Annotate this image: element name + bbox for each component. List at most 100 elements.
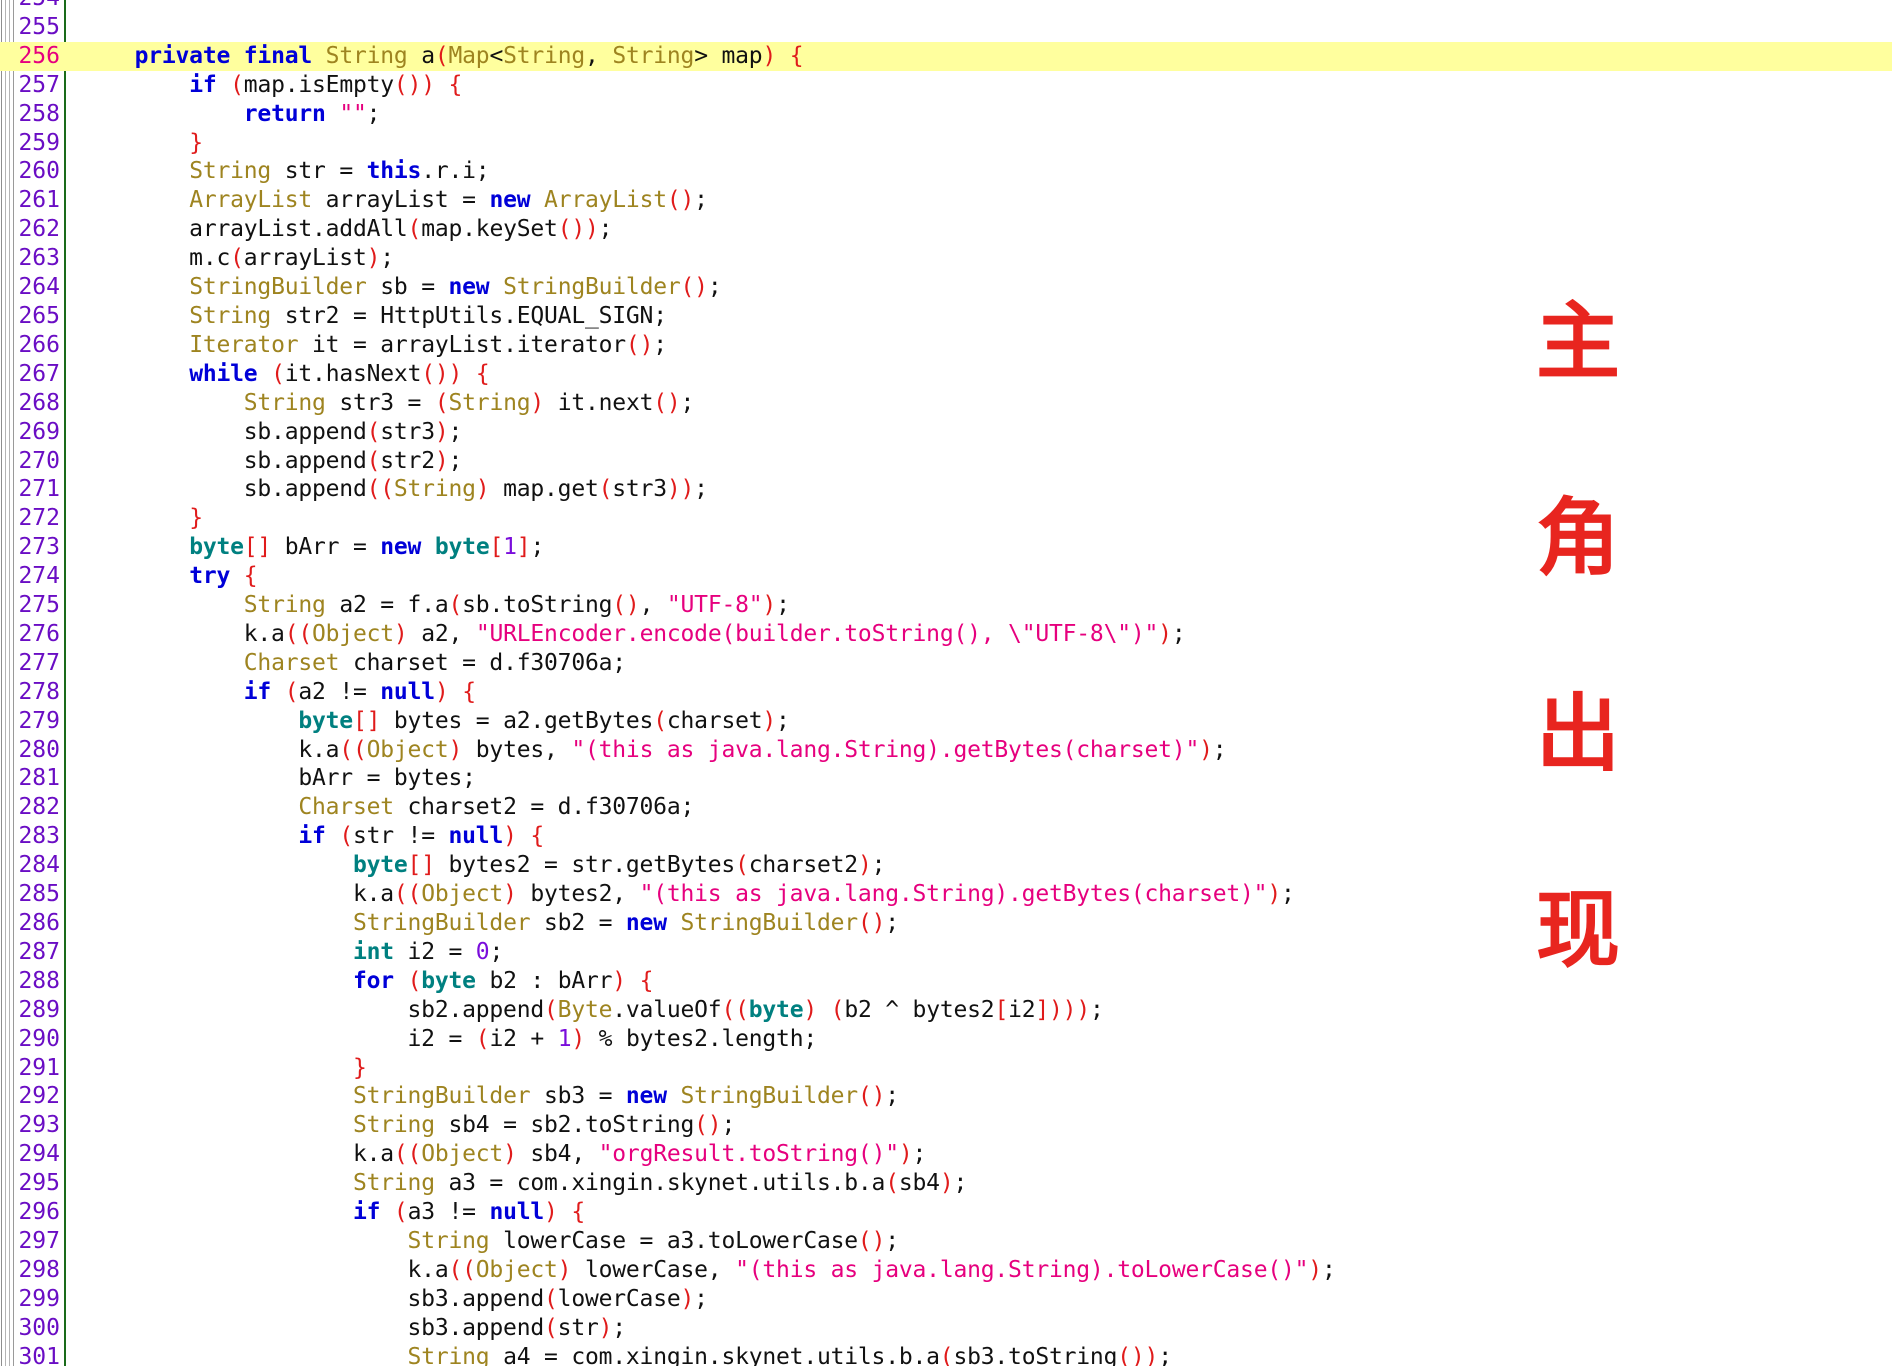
code-line-text[interactable]: String sb4 = sb2.toString(); xyxy=(80,1111,1892,1140)
line-number[interactable]: 290 xyxy=(0,1025,60,1054)
line-number[interactable]: 300 xyxy=(0,1314,60,1343)
code-line[interactable]: 290 i2 = (i2 + 1) % bytes2.length; xyxy=(0,1025,1892,1054)
line-number[interactable]: 281 xyxy=(0,764,60,793)
line-number[interactable]: 292 xyxy=(0,1082,60,1111)
line-number[interactable]: 285 xyxy=(0,880,60,909)
code-line-text[interactable]: String a4 = com.xingin.skynet.utils.b.a(… xyxy=(80,1343,1892,1366)
line-number[interactable]: 273 xyxy=(0,533,60,562)
line-number[interactable]: 298 xyxy=(0,1256,60,1285)
code-line-text[interactable]: private final String a(Map<String, Strin… xyxy=(80,42,1892,71)
code-line[interactable]: 294 k.a((Object) sb4, "orgResult.toStrin… xyxy=(0,1140,1892,1169)
line-number[interactable]: 262 xyxy=(0,215,60,244)
line-number[interactable]: 261 xyxy=(0,186,60,215)
code-line[interactable]: 295 String a3 = com.xingin.skynet.utils.… xyxy=(0,1169,1892,1198)
line-number[interactable]: 282 xyxy=(0,793,60,822)
code-line-text[interactable]: if (a3 != null) { xyxy=(80,1198,1892,1227)
line-number[interactable]: 270 xyxy=(0,447,60,476)
line-number[interactable]: 284 xyxy=(0,851,60,880)
line-number[interactable]: 277 xyxy=(0,649,60,678)
line-number[interactable]: 260 xyxy=(0,157,60,186)
code-line[interactable]: 300 sb3.append(str); xyxy=(0,1314,1892,1343)
line-number[interactable]: 256 xyxy=(0,42,60,71)
code-line-text[interactable]: arrayList.addAll(map.keySet()); xyxy=(80,215,1892,244)
code-line[interactable]: 257 if (map.isEmpty()) { xyxy=(0,71,1892,100)
code-line[interactable]: 289 sb2.append(Byte.valueOf((byte) (b2 ^… xyxy=(0,996,1892,1025)
line-number[interactable]: 288 xyxy=(0,967,60,996)
line-number[interactable]: 272 xyxy=(0,504,60,533)
code-line-text[interactable]: return ""; xyxy=(80,100,1892,129)
line-number[interactable]: 267 xyxy=(0,360,60,389)
line-number[interactable]: 293 xyxy=(0,1111,60,1140)
code-line[interactable]: 298 k.a((Object) lowerCase, "(this as ja… xyxy=(0,1256,1892,1285)
line-number[interactable]: 279 xyxy=(0,707,60,736)
line-number[interactable]: 263 xyxy=(0,244,60,273)
code-line-text[interactable]: if (map.isEmpty()) { xyxy=(80,71,1892,100)
code-line[interactable]: 261 ArrayList arrayList = new ArrayList(… xyxy=(0,186,1892,215)
line-number[interactable]: 280 xyxy=(0,736,60,765)
code-line-text[interactable]: } xyxy=(80,129,1892,158)
code-line-text[interactable]: } xyxy=(80,1054,1892,1083)
line-number[interactable]: 276 xyxy=(0,620,60,649)
line-number[interactable]: 259 xyxy=(0,129,60,158)
code-line-text[interactable]: sb3.append(str); xyxy=(80,1314,1892,1343)
code-line-text[interactable]: k.a((Object) lowerCase, "(this as java.l… xyxy=(80,1256,1892,1285)
line-number[interactable]: 283 xyxy=(0,822,60,851)
line-number[interactable]: 294 xyxy=(0,1140,60,1169)
line-number[interactable]: 274 xyxy=(0,562,60,591)
line-number[interactable]: 268 xyxy=(0,389,60,418)
code-token-pn: ) xyxy=(1199,736,1213,763)
code-line-text[interactable]: String lowerCase = a3.toLowerCase(); xyxy=(80,1227,1892,1256)
code-line-text[interactable]: i2 = (i2 + 1) % bytes2.length; xyxy=(80,1025,1892,1054)
code-line[interactable]: 260 String str = this.r.i; xyxy=(0,157,1892,186)
line-number[interactable]: 291 xyxy=(0,1054,60,1083)
code-line[interactable]: 301 String a4 = com.xingin.skynet.utils.… xyxy=(0,1343,1892,1366)
line-number[interactable]: 269 xyxy=(0,418,60,447)
line-number[interactable]: 286 xyxy=(0,909,60,938)
code-line-text[interactable]: ArrayList arrayList = new ArrayList(); xyxy=(80,186,1892,215)
code-token-pn: ) xyxy=(1267,881,1281,908)
code-token-pl: bytes2, xyxy=(516,881,640,908)
line-number[interactable]: 266 xyxy=(0,331,60,360)
line-number[interactable]: 257 xyxy=(0,71,60,100)
line-number[interactable]: 289 xyxy=(0,996,60,1025)
code-line-text[interactable]: String a3 = com.xingin.skynet.utils.b.a(… xyxy=(80,1169,1892,1198)
line-number[interactable]: 254 xyxy=(0,0,60,13)
code-line[interactable]: 291 } xyxy=(0,1054,1892,1083)
code-line[interactable]: 263 m.c(arrayList); xyxy=(0,244,1892,273)
code-line[interactable]: 256 private final String a(Map<String, S… xyxy=(0,41,1892,71)
code-line[interactable]: 299 sb3.append(lowerCase); xyxy=(0,1285,1892,1314)
code-line[interactable]: 254 xyxy=(0,0,1892,13)
line-number[interactable]: 297 xyxy=(0,1227,60,1256)
code-line[interactable]: 292 StringBuilder sb3 = new StringBuilde… xyxy=(0,1082,1892,1111)
line-number[interactable]: 265 xyxy=(0,302,60,331)
code-line-text[interactable]: sb3.append(lowerCase); xyxy=(80,1285,1892,1314)
code-line-text[interactable]: StringBuilder sb = new StringBuilder(); xyxy=(80,273,1892,302)
code-line[interactable]: 255 xyxy=(0,13,1892,42)
line-number[interactable]: 296 xyxy=(0,1198,60,1227)
code-line[interactable]: 297 String lowerCase = a3.toLowerCase(); xyxy=(0,1227,1892,1256)
code-line[interactable]: 262 arrayList.addAll(map.keySet()); xyxy=(0,215,1892,244)
code-token-pn: ( xyxy=(830,996,845,1023)
code-token-pl: ; xyxy=(380,245,394,272)
line-number[interactable]: 299 xyxy=(0,1285,60,1314)
code-line-text[interactable]: StringBuilder sb3 = new StringBuilder(); xyxy=(80,1082,1892,1111)
line-number[interactable]: 275 xyxy=(0,591,60,620)
line-number[interactable]: 287 xyxy=(0,938,60,967)
line-number[interactable]: 301 xyxy=(0,1343,60,1366)
line-number[interactable]: 271 xyxy=(0,475,60,504)
code-line[interactable]: 259 } xyxy=(0,129,1892,158)
code-line[interactable]: 296 if (a3 != null) { xyxy=(0,1198,1892,1227)
code-line-text[interactable]: sb2.append(Byte.valueOf((byte) (b2 ^ byt… xyxy=(80,996,1892,1025)
code-line-text[interactable]: m.c(arrayList); xyxy=(80,244,1892,273)
line-number[interactable]: 295 xyxy=(0,1169,60,1198)
code-line[interactable]: 293 String sb4 = sb2.toString(); xyxy=(0,1111,1892,1140)
code-token-pn: ) xyxy=(598,1314,613,1341)
code-line-text[interactable]: String str = this.r.i; xyxy=(80,157,1892,186)
line-number[interactable]: 264 xyxy=(0,273,60,302)
code-line[interactable]: 258 return ""; xyxy=(0,100,1892,129)
code-line-text[interactable]: k.a((Object) sb4, "orgResult.toString()"… xyxy=(80,1140,1892,1169)
line-number[interactable]: 255 xyxy=(0,13,60,42)
line-number[interactable]: 258 xyxy=(0,100,60,129)
line-number[interactable]: 278 xyxy=(0,678,60,707)
code-token-prim: int xyxy=(352,938,394,965)
